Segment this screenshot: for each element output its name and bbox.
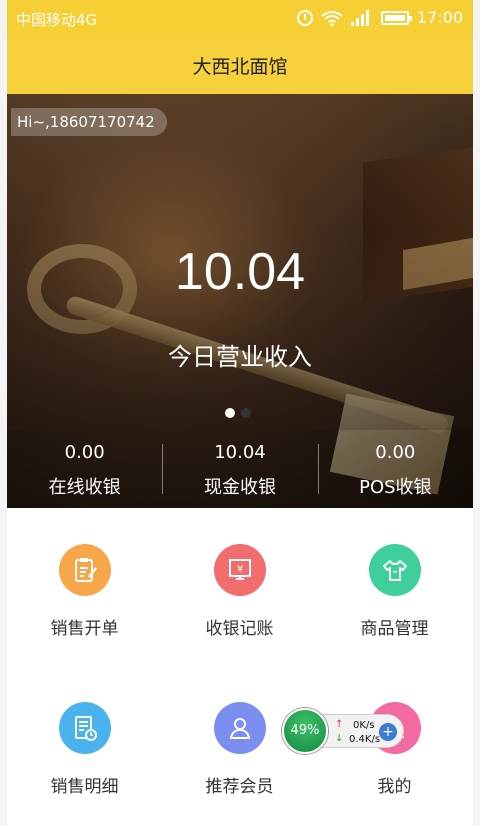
menu-label: 销售明细 [50,777,119,797]
battery-icon [380,10,412,25]
memory-percent-orb[interactable]: 49% [282,708,328,754]
menu-cashier-record[interactable]: ¥ 收银记账 [162,544,317,639]
signal-icon [350,9,373,26]
status-time: 17:00 [416,8,463,27]
wifi-icon [321,10,343,26]
cashier-screen-icon: ¥ [213,544,266,596]
stat-value: 10.04 [214,442,266,463]
status-bar: 中国移动4G 17:00 [7,0,473,36]
store-title: 大西北面馆 [192,55,288,78]
menu-label: 销售开单 [50,619,119,639]
feature-grid: 销售开单 ¥ 收银记账 商品管理 销售明细 推荐会员 我的 [7,508,473,826]
revenue-banner[interactable]: Hi~,18607170742 10.04 今日营业收入 0.00 在线收银 1… [7,94,473,508]
today-revenue-amount: 10.04 [174,243,306,301]
upload-arrow-icon: ↑ [335,719,344,730]
menu-sales-detail[interactable]: 销售明细 [7,702,162,797]
document-clock-icon [58,702,111,754]
carrier-label: 中国移动4G [16,11,98,29]
app-screen: 中国移动4G 17:00 大西北面馆 Hi~,18607170742 10.04 [7,0,473,826]
stat-value: 0.00 [64,442,105,463]
download-arrow-icon: ↓ [335,733,344,744]
clipboard-edit-icon [58,544,111,596]
tshirt-icon [368,544,421,596]
stat-online[interactable]: 0.00 在线收银 [7,430,162,508]
network-speed-widget[interactable]: ↑ 0K/s ↓ 0.4K/s + 49% [282,708,406,754]
greeting-badge: Hi~,18607170742 [11,108,167,136]
pagination-dot-2[interactable] [241,408,251,418]
app-header: 大西北面馆 [7,36,473,94]
banner-pagination [225,408,251,418]
stat-label: 在线收银 [48,477,121,498]
stat-pos[interactable]: 0.00 POS收银 [317,430,473,508]
pagination-dot-1[interactable] [225,408,235,418]
svg-text:¥: ¥ [236,564,242,575]
menu-label: 推荐会员 [205,777,274,797]
stat-label: 现金收银 [203,477,276,498]
users-icon [213,702,266,754]
upload-speed: 0K/s [353,720,375,731]
menu-sales-order[interactable]: 销售开单 [7,544,162,639]
stat-label: POS收银 [359,477,432,498]
download-speed: 0.4K/s [349,734,381,745]
menu-label: 收银记账 [205,619,274,639]
menu-product-management[interactable]: 商品管理 [317,544,472,639]
stat-cash[interactable]: 10.04 现金收银 [162,430,317,508]
payment-stats: 0.00 在线收银 10.04 现金收银 0.00 POS收银 [7,430,473,508]
menu-label: 商品管理 [360,619,429,639]
today-revenue-label: 今日营业收入 [168,343,312,371]
alarm-icon [296,9,313,26]
plus-icon[interactable]: + [379,723,397,741]
status-icons: 17:00 [296,8,463,27]
menu-label: 我的 [377,777,412,797]
stat-value: 0.00 [375,442,416,463]
